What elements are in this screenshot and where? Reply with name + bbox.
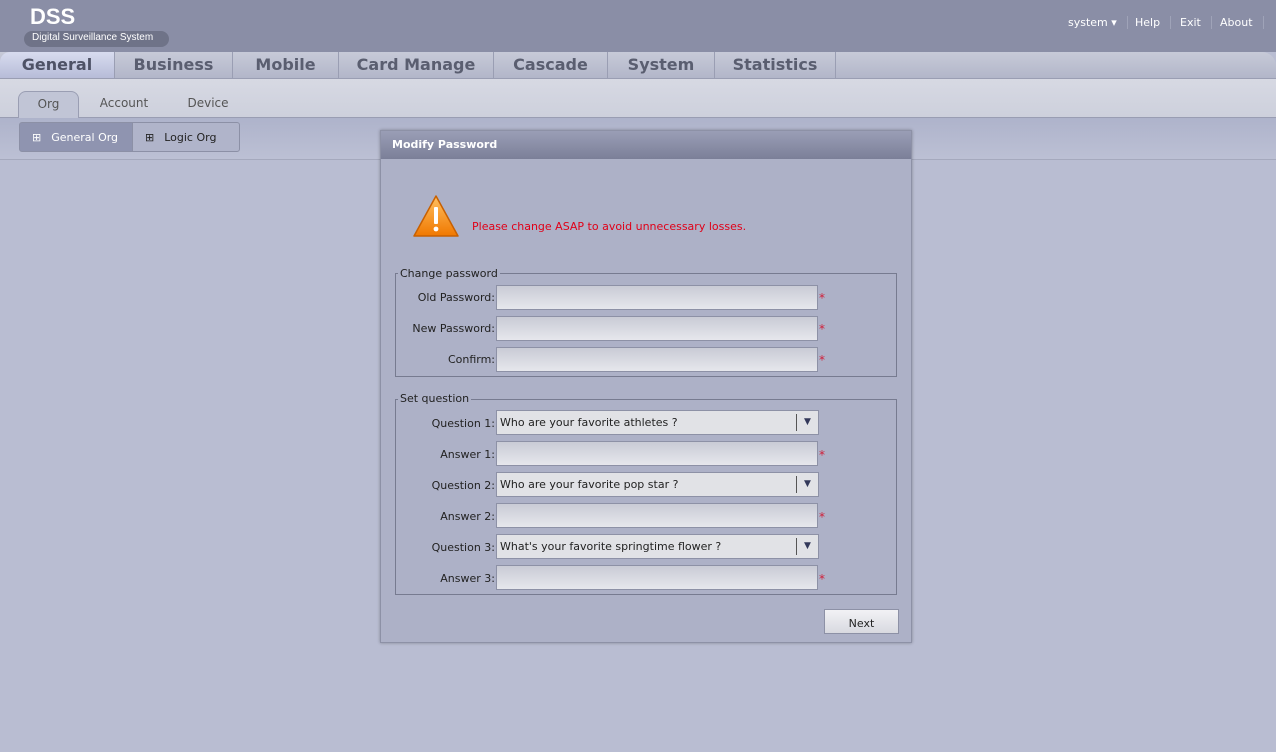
question-3-value: What's your favorite springtime flower ? [500,540,722,553]
answer-2-label: Answer 2: [440,510,495,523]
general-org-button[interactable]: ⊞ General Org [19,122,133,152]
change-password-legend: Change password [398,267,500,280]
new-password-input[interactable] [496,316,818,341]
dialog-title: Modify Password [381,131,911,159]
question-1-select[interactable]: Who are your favorite athletes ? ▼ [496,410,819,435]
subtab-account[interactable]: Account [92,91,156,118]
logo-subtitle: Digital Surveillance System [24,31,169,47]
subtab-device[interactable]: Device [178,91,238,118]
chevron-down-icon: ▾ [1111,16,1117,29]
old-password-input[interactable] [496,285,818,310]
required-marker: * [819,322,825,336]
question-2-select[interactable]: Who are your favorite pop star ? ▼ [496,472,819,497]
old-password-label: Old Password: [417,291,495,304]
dropdown-arrow-icon[interactable]: ▼ [796,414,818,431]
logo: DSS [30,4,76,29]
question-3-select[interactable]: What's your favorite springtime flower ?… [496,534,819,559]
logic-org-label: Logic Org [164,130,217,144]
required-marker: * [819,448,825,462]
dropdown-arrow-icon[interactable]: ▼ [796,476,818,493]
logic-org-button[interactable]: ⊞ Logic Org [132,122,240,152]
tab-card-manage[interactable]: Card Manage [339,52,494,78]
about-link[interactable]: About [1210,16,1264,29]
confirm-password-input[interactable] [496,347,818,372]
main-tab-bar: General Business Mobile Card Manage Casc… [0,52,1276,79]
new-password-label: New Password: [412,322,495,335]
exit-link[interactable]: Exit [1170,16,1212,29]
answer-1-input[interactable] [496,441,818,466]
tab-statistics[interactable]: Statistics [715,52,836,78]
answer-3-label: Answer 3: [440,572,495,585]
org-tree-icon: ⊞ [145,130,155,144]
user-menu[interactable]: system ▾ [1058,16,1128,29]
question-1-value: Who are your favorite athletes ? [500,416,678,429]
tab-cascade[interactable]: Cascade [494,52,608,78]
answer-1-label: Answer 1: [440,448,495,461]
subtab-org[interactable]: Org [18,91,79,118]
dropdown-arrow-icon[interactable]: ▼ [796,538,818,555]
required-marker: * [819,353,825,367]
question-2-value: Who are your favorite pop star ? [500,478,679,491]
sub-tab-bar: Org Account Device [0,79,1276,118]
answer-2-input[interactable] [496,503,818,528]
help-link[interactable]: Help [1125,16,1172,29]
question-2-label: Question 2: [431,479,495,492]
tab-system[interactable]: System [608,52,715,78]
set-question-legend: Set question [398,392,472,405]
tab-business[interactable]: Business [115,52,233,78]
warning-icon [413,195,459,237]
required-marker: * [819,510,825,524]
general-org-label: General Org [51,130,119,144]
question-1-label: Question 1: [431,417,495,430]
next-button[interactable]: Next [824,609,899,634]
user-name: system [1068,16,1108,29]
question-3-label: Question 3: [431,541,495,554]
tab-mobile[interactable]: Mobile [233,52,339,78]
org-tree-icon: ⊞ [32,130,42,144]
tab-general[interactable]: General [0,52,115,78]
warning-message: Please change ASAP to avoid unnecessary … [472,220,747,233]
confirm-label: Confirm: [447,353,495,366]
answer-3-input[interactable] [496,565,818,590]
required-marker: * [819,291,825,305]
required-marker: * [819,572,825,586]
